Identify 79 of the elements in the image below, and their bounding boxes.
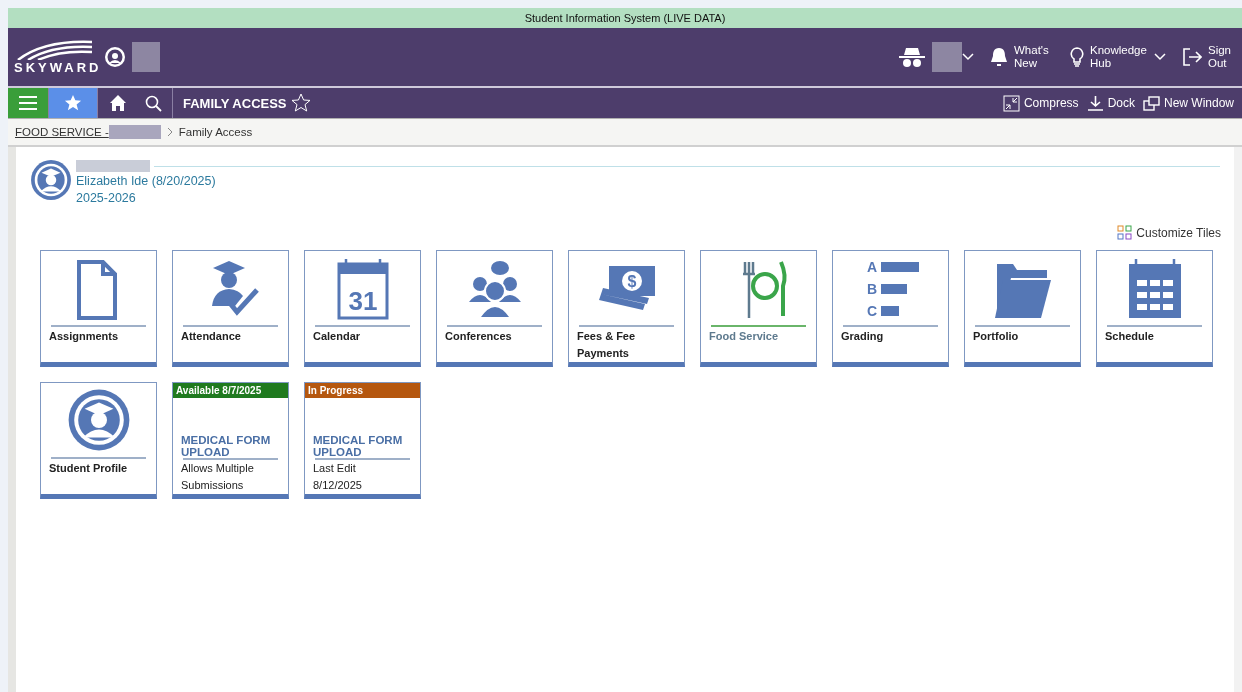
incognito-icon [898,46,926,68]
app-tile[interactable]: Assignments [40,250,157,367]
star-icon [64,94,82,112]
tile-label: Food Service [709,329,780,344]
dollar-sign: $ [627,273,636,290]
form-status-text: Allows Multiple Submissions [181,461,255,493]
system-banner-title: Student Information System (LIVE DATA) [524,12,726,24]
menu-button[interactable] [8,88,49,118]
grade-bars-icon [880,262,919,316]
sign-out-link[interactable]: Sign Out [1208,44,1236,70]
app-tile[interactable]: Attendance [172,250,289,367]
money-stack-icon [598,266,655,310]
document-icon [76,260,117,320]
skyward-logo[interactable]: SKYWARD [14,39,98,75]
student-avatar-icon [30,159,72,201]
fork-plate-knife-icon [741,260,787,320]
knowledge-hub-link[interactable]: Knowledge Hub [1090,44,1148,70]
breadcrumb-current: Family Access [178,126,253,138]
folder-icon [994,264,1051,318]
tile-label: Fees & Fee Payments [577,329,637,361]
student-name[interactable]: Elizabeth Ide (8/20/2025) [76,173,1220,190]
calendar-grid-icon [1128,257,1181,318]
user-avatar-icon [104,46,126,68]
sign-out-icon[interactable] [1182,47,1202,67]
toolbar-action-link[interactable]: Compress [1023,96,1079,110]
status-banner: In Progress [305,383,420,398]
app-tile[interactable]: $ Fees & Fee Payments [568,250,685,367]
tile-label: Student Profile [49,461,129,476]
window-icon [1142,94,1160,112]
app-tile[interactable]: Portfolio [964,250,1081,367]
bell-icon[interactable] [990,47,1008,67]
dock-icon [1086,94,1104,112]
lightbulb-icon[interactable] [1070,47,1084,67]
form-title[interactable]: MEDICAL FORM UPLOAD [313,434,412,458]
app-tile[interactable]: In Progress MEDICAL FORM UPLOAD Last Edit 8/12/2025 [304,382,421,499]
redacted-block [932,42,962,72]
app-tile[interactable]: 31 Calendar [304,250,421,367]
menu-icon [19,95,37,111]
tile-label: Assignments [49,329,120,344]
page-title: FAMILY ACCESS [183,95,287,111]
compress-icon [1002,94,1020,112]
app-tile[interactable]: A B C Grading [832,250,949,367]
app-tile[interactable]: Schedule [1096,250,1213,367]
tile-label: Calendar [313,329,362,344]
calendar-icon [337,257,388,320]
app-tile[interactable]: Student Profile [40,382,157,499]
app-tile[interactable]: Conferences [436,250,553,367]
school-year[interactable]: 2025-2026 [76,190,1220,207]
grade-letter: A [866,259,877,275]
app-tile[interactable]: Food Service [700,250,817,367]
grade-letter: B [866,281,877,297]
form-title[interactable]: MEDICAL FORM UPLOAD [181,434,280,458]
chevron-down-icon[interactable] [1154,53,1166,61]
favorites-button[interactable] [49,88,98,118]
calendar-day-number: 31 [348,286,377,316]
tile-label: Grading [841,329,885,344]
customize-tiles-link[interactable]: Customize Tiles [1136,225,1221,240]
star-outline-icon[interactable] [290,93,311,113]
tiles-grid-icon [1117,225,1133,240]
chevron-down-icon[interactable] [962,53,974,61]
people-group-icon [468,261,521,319]
redacted-block [108,125,161,139]
toolbar-action-link[interactable]: Dock [1107,96,1135,110]
home-icon[interactable] [108,94,127,112]
graduate-check-icon [211,261,259,316]
grade-letter: C [866,303,877,319]
status-banner: Available 8/7/2025 [173,383,288,398]
breadcrumb-link[interactable]: FOOD SERVICE - [15,126,109,138]
tile-label: Attendance [181,329,242,344]
search-icon[interactable] [144,94,162,112]
app-tile[interactable]: Available 8/7/2025 MEDICAL FORM UPLOAD Allows Multiple Submissions [172,382,289,499]
redacted-block [132,42,160,72]
tile-label: Portfolio [973,329,1020,344]
graduate-avatar-icon [68,389,129,451]
whats-new-link[interactable]: What's New [1014,44,1054,70]
tile-label: Conferences [445,329,513,344]
tile-label: Schedule [1105,329,1155,344]
toolbar-action-link[interactable]: New Window [1163,96,1234,110]
form-status-text: Last Edit 8/12/2025 [313,461,363,493]
